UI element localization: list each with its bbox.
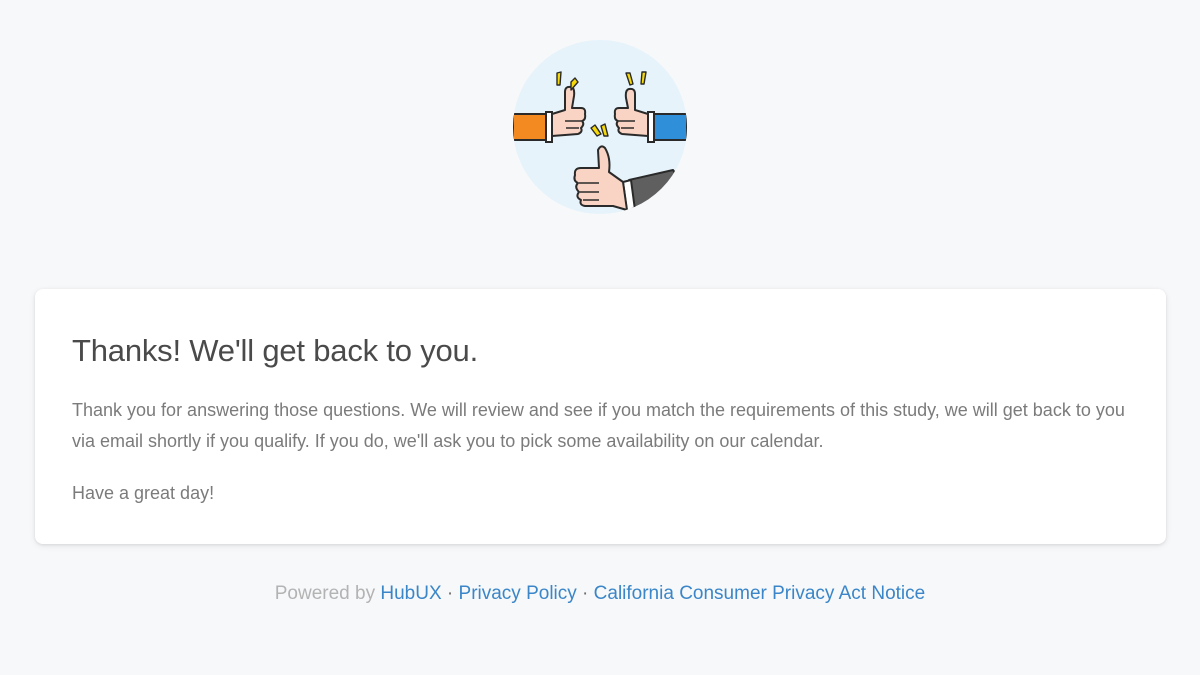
powered-by-label: Powered by [274,583,376,604]
confirmation-message: Thank you for answering those questions.… [72,400,1125,451]
thumbs-up-hands-icon [513,40,687,214]
privacy-policy-link[interactable]: Privacy Policy [459,583,577,604]
bottom-thumbs-up-hand-icon [573,145,687,214]
hubux-link[interactable]: HubUX [380,583,441,604]
footer-separator: · [446,583,454,604]
page-title: Thanks! We'll get back to you. [72,333,478,368]
footer: Powered by HubUX · Privacy Policy · Cali… [0,580,1200,608]
sign-off-message: Have a great day! [72,483,215,503]
left-thumbs-up-hand-icon [513,85,587,143]
footer-separator: · [582,583,589,604]
right-thumbs-up-hand-icon [613,87,687,143]
confirmation-card: Thanks! We'll get back to you. Thank you… [35,289,1166,544]
ccpa-notice-link[interactable]: California Consumer Privacy Act Notice [594,583,926,604]
thank-you-page: Thanks! We'll get back to you. Thank you… [0,0,1200,675]
